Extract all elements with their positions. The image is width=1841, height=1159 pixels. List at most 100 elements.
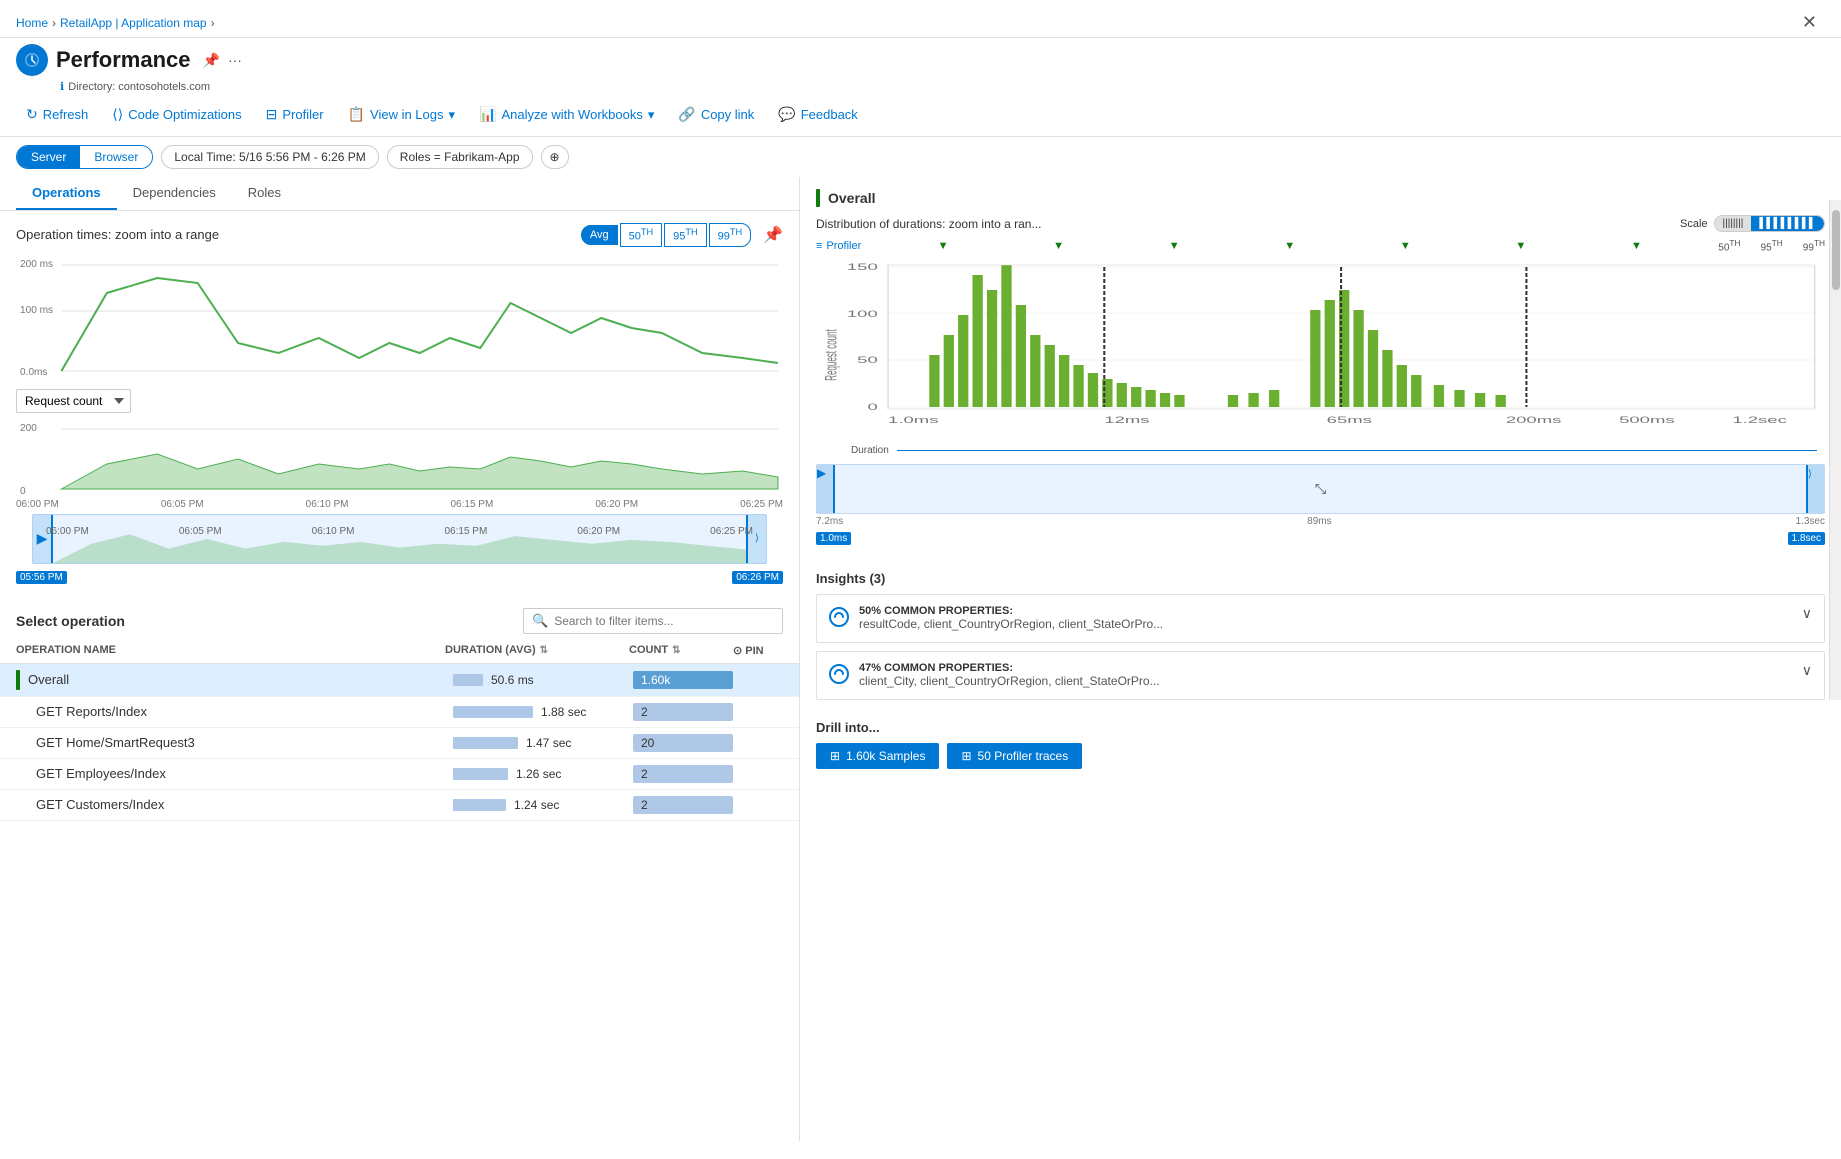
- view-in-logs-button[interactable]: 📋 View in Logs ▾: [338, 101, 465, 128]
- tab-roles[interactable]: Roles: [232, 177, 297, 210]
- filter-bar: Server Browser Local Time: 5/16 5:56 PM …: [0, 137, 1841, 177]
- profiler-button[interactable]: ⊟ Profiler: [256, 101, 334, 128]
- row-duration-cell: 1.24 sec: [453, 798, 633, 812]
- drill-title: Drill into...: [816, 720, 1825, 735]
- count-sort-icon[interactable]: ⇅: [672, 645, 680, 656]
- roles-filter-pill[interactable]: Roles = Fabrikam-App: [387, 145, 533, 169]
- title-row: Performance 📌 ···: [0, 38, 1841, 80]
- dropdown-row: Request count Response time: [0, 383, 799, 419]
- scale-linear[interactable]: ||||||||: [1715, 216, 1752, 231]
- table-header: OPERATION NAME DURATION (AVG) ⇅ COUNT ⇅ …: [0, 638, 799, 664]
- scale-toggle: |||||||| ▌▌▌▌▌▌▌▌: [1714, 215, 1825, 232]
- feedback-button[interactable]: 💬 Feedback: [768, 101, 868, 128]
- main-content: Operations Dependencies Roles Operation …: [0, 177, 1841, 1141]
- dist-range-slider[interactable]: ▶ ⤡ ⟩: [816, 464, 1825, 514]
- insight-chevron-2[interactable]: ∨: [1802, 662, 1812, 679]
- svg-text:12ms: 12ms: [1104, 416, 1149, 426]
- close-button[interactable]: ✕: [1794, 8, 1825, 37]
- row-duration-bar: [453, 706, 533, 718]
- refresh-label: Refresh: [43, 107, 89, 122]
- samples-button[interactable]: ⊞ 1.60k Samples: [816, 743, 939, 769]
- profiler-row: ≡ Profiler ▼ ▼ ▼ ▼ ▼ ▼ ▼ 50TH 95TH 99TH: [816, 238, 1825, 253]
- server-tab-button[interactable]: Server: [17, 146, 80, 168]
- range-end-label: 06:26 PM: [732, 571, 783, 584]
- profiler-traces-button[interactable]: ⊞ 50 Profiler traces: [947, 743, 1082, 769]
- avg-btn[interactable]: Avg: [581, 225, 618, 245]
- search-input[interactable]: [554, 614, 774, 628]
- range-start-label: 05:56 PM: [16, 571, 67, 584]
- minimap-collapse-icon[interactable]: ⤡: [1315, 481, 1326, 498]
- percentile-labels-row: 50TH 95TH 99TH: [1718, 238, 1825, 253]
- more-icon[interactable]: ···: [228, 52, 242, 69]
- location-filter-pill[interactable]: ⊕: [541, 145, 569, 169]
- insight-desc-2: client_City, client_CountryOrRegion, cli…: [859, 674, 1792, 688]
- view-logs-label: View in Logs: [370, 107, 443, 122]
- range-mini-area: [53, 515, 746, 563]
- table-row[interactable]: GET Home/SmartRequest3 1.47 sec 20: [0, 728, 799, 759]
- table-row[interactable]: Overall 50.6 ms 1.60k: [0, 664, 799, 697]
- time-filter-pill[interactable]: Local Time: 5/16 5:56 PM - 6:26 PM: [161, 145, 378, 169]
- breadcrumb-home[interactable]: Home: [16, 16, 48, 30]
- table-row[interactable]: GET Reports/Index 1.88 sec 2: [0, 697, 799, 728]
- row-count: 2: [633, 703, 733, 721]
- overall-title-text: Overall: [828, 190, 875, 206]
- profiler-traces-icon: ⊞: [961, 749, 971, 763]
- range-handle-left[interactable]: ▶: [33, 515, 53, 563]
- feedback-label: Feedback: [801, 107, 858, 122]
- breadcrumb-sep2: ›: [211, 16, 215, 30]
- inner-time-1: 06:00 PM: [46, 526, 89, 537]
- workbooks-label: Analyze with Workbooks: [501, 107, 642, 122]
- copy-link-label: Copy link: [701, 107, 754, 122]
- range-slider[interactable]: ▶ ⟩: [32, 514, 767, 564]
- analyze-workbooks-button[interactable]: 📊 Analyze with Workbooks ▾: [469, 101, 664, 128]
- minimap-handle-right[interactable]: ⟩: [1806, 465, 1824, 513]
- row-duration-text: 1.88 sec: [541, 705, 586, 719]
- row-name: GET Reports/Index: [36, 704, 453, 719]
- directory-line: ℹ Directory: contosohotels.com: [0, 80, 1841, 93]
- minimap-handle-left[interactable]: ▶: [817, 465, 835, 513]
- scale-log[interactable]: ▌▌▌▌▌▌▌▌: [1751, 216, 1824, 231]
- operations-table: Overall 50.6 ms 1.60k GET Reports/Index …: [0, 664, 799, 1141]
- breadcrumb-app[interactable]: RetailApp | Application map: [60, 16, 207, 30]
- table-row[interactable]: GET Employees/Index 1.26 sec 2: [0, 759, 799, 790]
- tab-operations[interactable]: Operations: [16, 177, 117, 210]
- browser-tab-button[interactable]: Browser: [80, 146, 152, 168]
- code-icon: ⟨⟩: [112, 106, 123, 123]
- scrollbar[interactable]: [1829, 200, 1841, 700]
- chart-pin-icon[interactable]: 📌: [763, 225, 783, 245]
- minimap-right-icon: ⟩: [1808, 469, 1812, 480]
- tab-dependencies[interactable]: Dependencies: [117, 177, 232, 210]
- time-labels-row: 06:00 PM 06:05 PM 06:10 PM 06:15 PM 06:2…: [0, 499, 799, 510]
- code-optimizations-button[interactable]: ⟨⟩ Code Optimizations: [102, 101, 251, 128]
- table-row[interactable]: GET Customers/Index 1.24 sec 2: [0, 790, 799, 821]
- row-duration-bar: [453, 799, 506, 811]
- copy-link-button[interactable]: 🔗 Copy link: [668, 101, 764, 128]
- pin-icon[interactable]: 📌: [203, 52, 220, 69]
- search-box[interactable]: 🔍: [523, 608, 783, 634]
- minimap-right-label: 1.8sec: [1788, 532, 1825, 545]
- insight-card-1[interactable]: 50% COMMON PROPERTIES: resultCode, clien…: [816, 594, 1825, 643]
- p50-btn[interactable]: 50TH: [620, 223, 662, 247]
- p95-btn[interactable]: 95TH: [664, 223, 706, 247]
- row-name: GET Customers/Index: [36, 797, 453, 812]
- row-name: GET Employees/Index: [36, 766, 453, 781]
- svg-text:1.0ms: 1.0ms: [888, 416, 938, 426]
- workbooks-icon: 📊: [479, 106, 496, 123]
- insight-chevron-1[interactable]: ∨: [1802, 605, 1812, 622]
- insight-card-2[interactable]: 47% COMMON PROPERTIES: client_City, clie…: [816, 651, 1825, 700]
- profiler-expand-icon[interactable]: ≡: [816, 240, 822, 252]
- duration-sort-icon[interactable]: ⇅: [540, 645, 548, 656]
- row-count: 2: [633, 765, 733, 783]
- profiler-label: Profiler: [282, 107, 323, 122]
- pin-sort-icon: ⊙: [733, 645, 742, 657]
- svg-text:Request count: Request count: [821, 329, 840, 381]
- area-chart: 200 0: [0, 419, 799, 499]
- refresh-button[interactable]: ↻ Refresh: [16, 101, 98, 128]
- right-panel: Overall Distribution of durations: zoom …: [800, 177, 1841, 1141]
- minimap-time-3: 1.3sec: [1796, 516, 1825, 527]
- scrollbar-thumb[interactable]: [1832, 210, 1840, 290]
- p99-btn[interactable]: 99TH: [709, 223, 751, 247]
- row-duration-bar: [453, 674, 483, 686]
- request-count-dropdown[interactable]: Request count Response time: [16, 389, 131, 413]
- range-handle-right[interactable]: ⟩: [746, 515, 766, 563]
